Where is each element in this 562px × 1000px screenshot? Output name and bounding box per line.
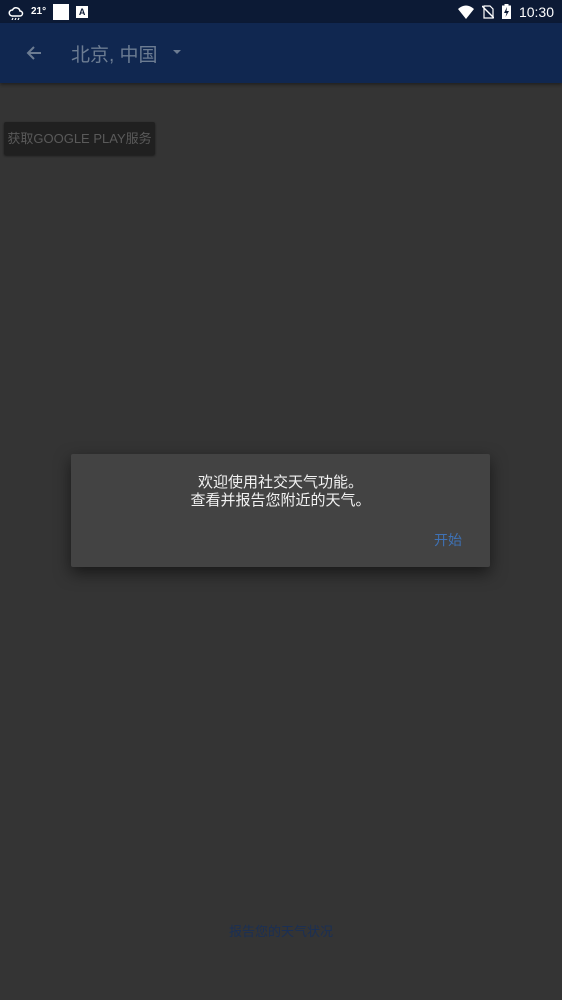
back-button[interactable] (20, 39, 48, 67)
report-weather-link[interactable]: 报告您的天气状况 (0, 921, 562, 940)
status-bar: 21° A 10:30 (0, 0, 562, 23)
a-badge-icon: A (76, 5, 89, 18)
battery-charging-icon (501, 4, 511, 19)
location-selector[interactable]: 北京, 中国 (71, 40, 158, 67)
app-bar: 北京, 中国 (0, 23, 562, 83)
get-google-play-services-button[interactable]: 获取GOOGLE PLAY服务 (4, 122, 155, 155)
dialog-message-line-1: 欢迎使用社交天气功能。 (197, 473, 363, 491)
welcome-dialog: 欢迎使用社交天气功能。 查看并报告您附近的天气。 开始 (71, 454, 490, 567)
blank-square-icon (53, 3, 70, 20)
status-time: 10:30 (518, 3, 554, 20)
status-temperature: 21° (31, 6, 47, 17)
weather-cloud-icon (8, 6, 24, 20)
no-sim-icon (481, 4, 494, 19)
caret-down-icon[interactable] (170, 47, 184, 57)
dialog-message: 欢迎使用社交天气功能。 查看并报告您附近的天气。 (71, 473, 490, 509)
status-bar-left: 21° A (8, 3, 89, 20)
status-bar-right: 10:30 (457, 3, 554, 20)
wifi-icon (457, 5, 474, 19)
start-button[interactable]: 开始 (434, 530, 462, 550)
dialog-message-line-2: 查看并报告您附近的天气。 (190, 491, 371, 509)
arrow-left-icon (26, 46, 41, 60)
